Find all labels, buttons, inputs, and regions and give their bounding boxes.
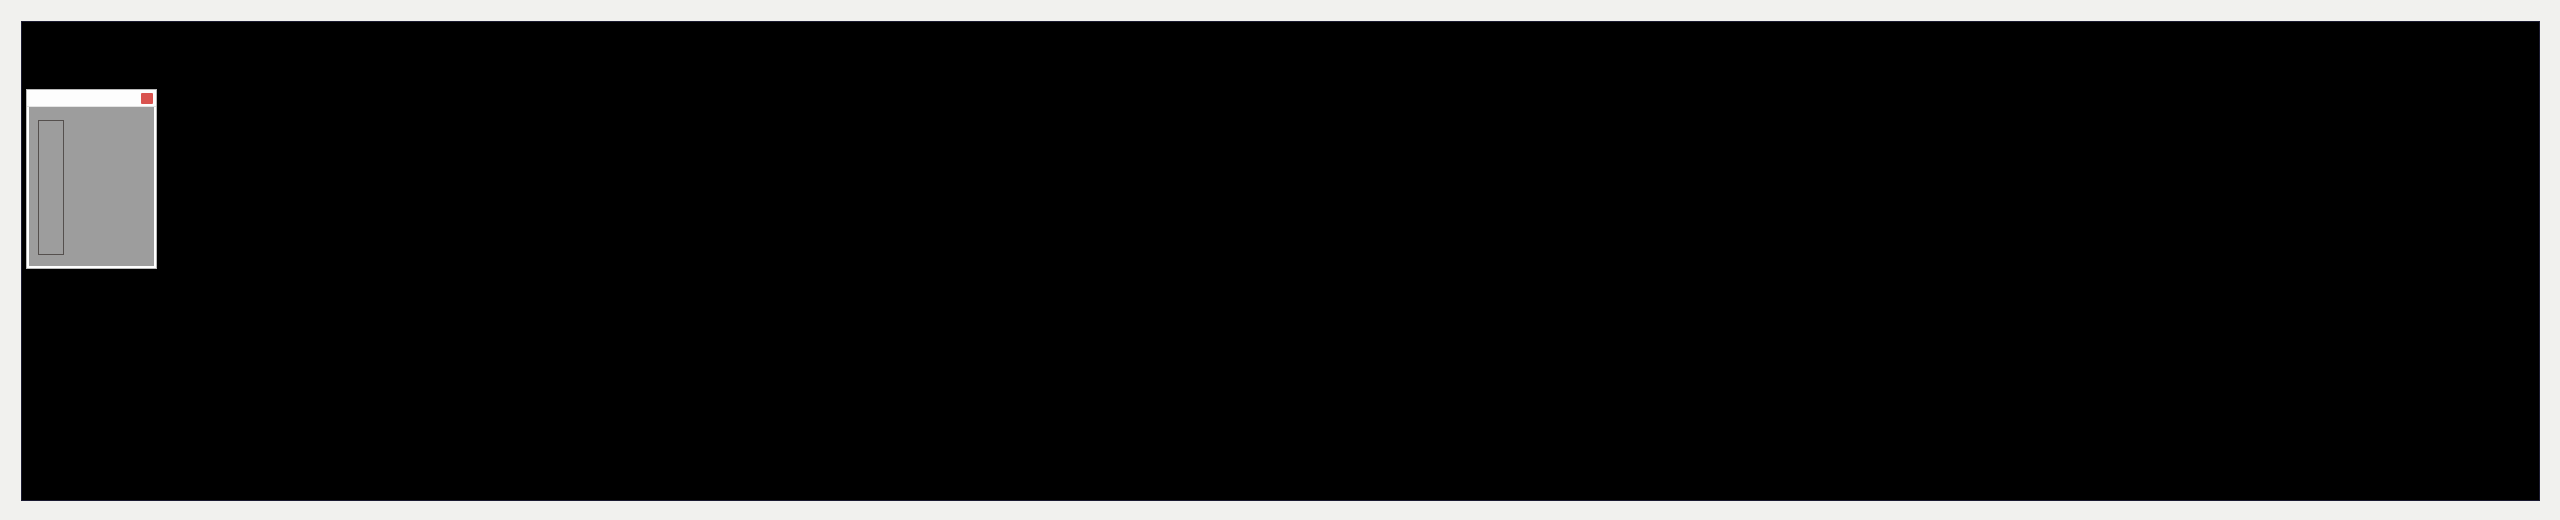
ruler-bottom [0, 501, 2560, 520]
ruler-left [0, 0, 21, 520]
legend-titlebar[interactable] [27, 90, 156, 107]
heatmap-canvas[interactable] [22, 22, 2539, 500]
illuminance-plot[interactable] [21, 21, 2540, 501]
legend-colorbar [38, 120, 64, 255]
legend-window[interactable] [26, 89, 157, 269]
viewport [0, 0, 2560, 520]
close-icon[interactable] [141, 93, 153, 104]
ruler-top [0, 0, 2560, 21]
legend-body [29, 107, 154, 266]
ruler-right [2541, 0, 2560, 520]
